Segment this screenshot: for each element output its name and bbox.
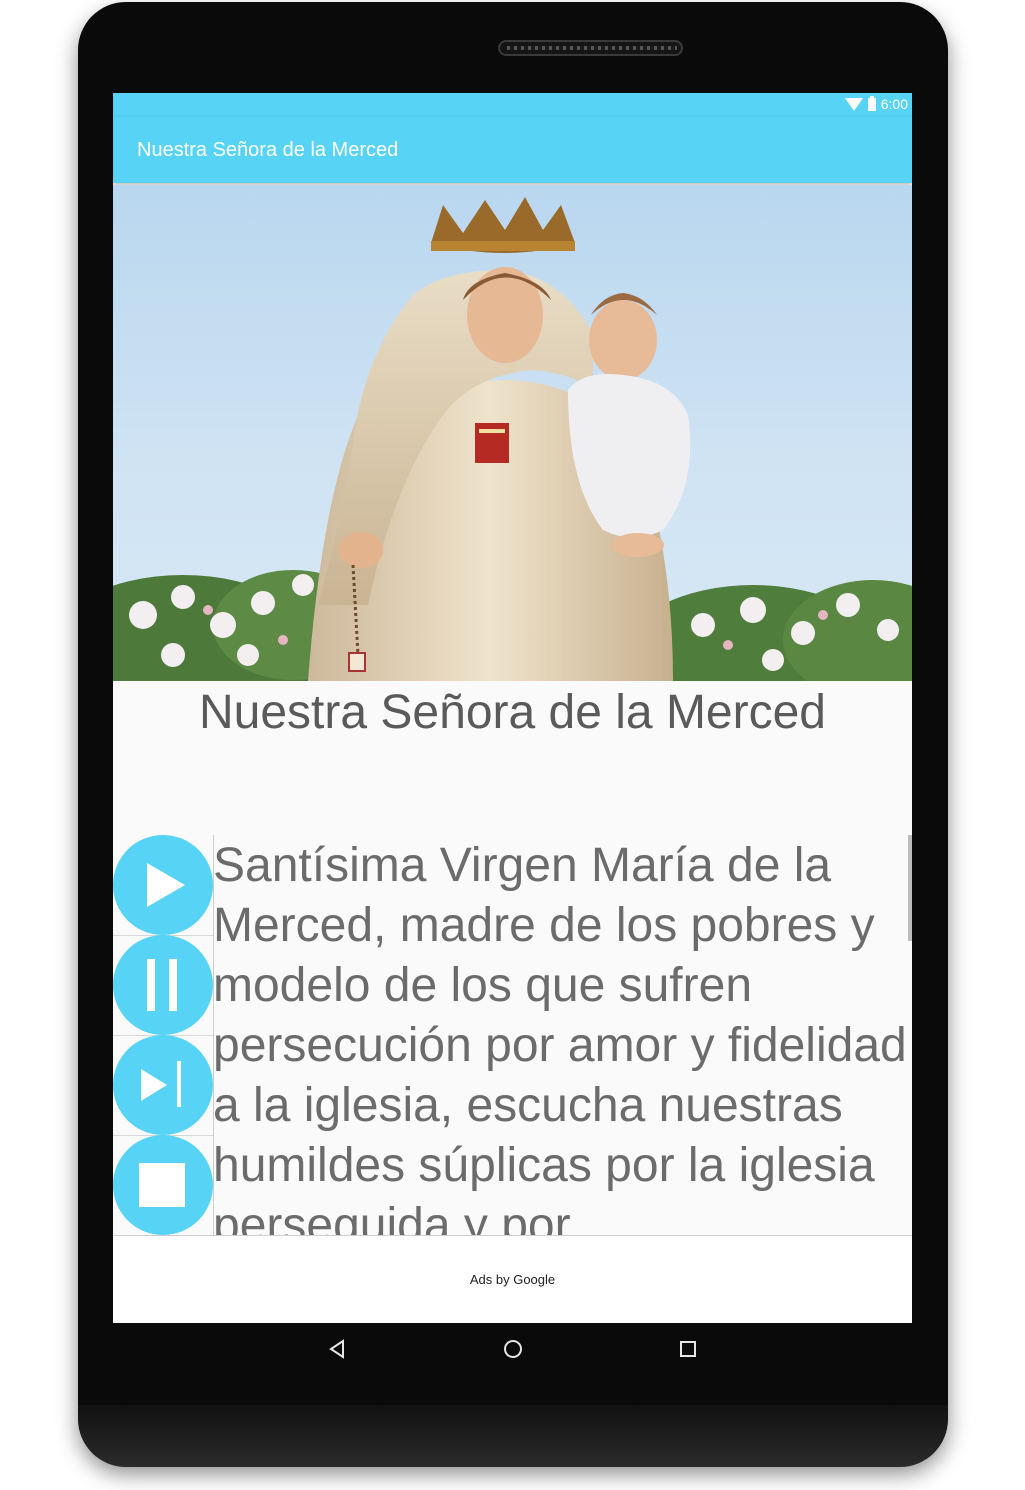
ad-label: Ads by Google bbox=[469, 1272, 556, 1287]
play-button[interactable] bbox=[113, 835, 213, 935]
stop-button[interactable] bbox=[113, 1135, 213, 1235]
device-screen: 6:00 Nuestra Señora de la Merced Nuestra… bbox=[113, 93, 912, 1323]
tablet-bezel-bottom bbox=[78, 1405, 948, 1467]
prayer-scroll-area[interactable]: Santísima Virgen María de la Merced, mad… bbox=[213, 835, 912, 1235]
navigation-bar bbox=[113, 1323, 912, 1375]
hero-image bbox=[113, 185, 912, 681]
skip-next-icon bbox=[141, 1061, 181, 1107]
scrollbar-thumb[interactable] bbox=[908, 835, 912, 941]
virgin-statue-illustration bbox=[113, 197, 912, 681]
wifi-icon bbox=[844, 97, 863, 111]
app-bar-title: Nuestra Señora de la Merced bbox=[137, 139, 399, 161]
back-icon[interactable] bbox=[325, 1337, 349, 1361]
app-bar: Nuestra Señora de la Merced bbox=[113, 117, 912, 183]
stop-icon bbox=[139, 1163, 185, 1207]
home-icon[interactable] bbox=[501, 1337, 525, 1361]
speaker-grille bbox=[498, 40, 683, 56]
prayer-text: Santísima Virgen María de la Merced, mad… bbox=[213, 839, 907, 1235]
status-time: 6:00 bbox=[880, 96, 908, 112]
recents-icon[interactable] bbox=[676, 1337, 700, 1361]
audio-controls bbox=[113, 835, 213, 1235]
status-bar: 6:00 bbox=[113, 93, 912, 117]
ad-banner[interactable]: Ads by Google bbox=[113, 1235, 912, 1323]
play-icon bbox=[147, 863, 185, 907]
pause-icon bbox=[147, 959, 177, 1011]
pause-button[interactable] bbox=[113, 935, 213, 1035]
next-button[interactable] bbox=[113, 1035, 213, 1135]
page-title: Nuestra Señora de la Merced bbox=[199, 686, 826, 739]
battery-icon bbox=[867, 95, 876, 111]
